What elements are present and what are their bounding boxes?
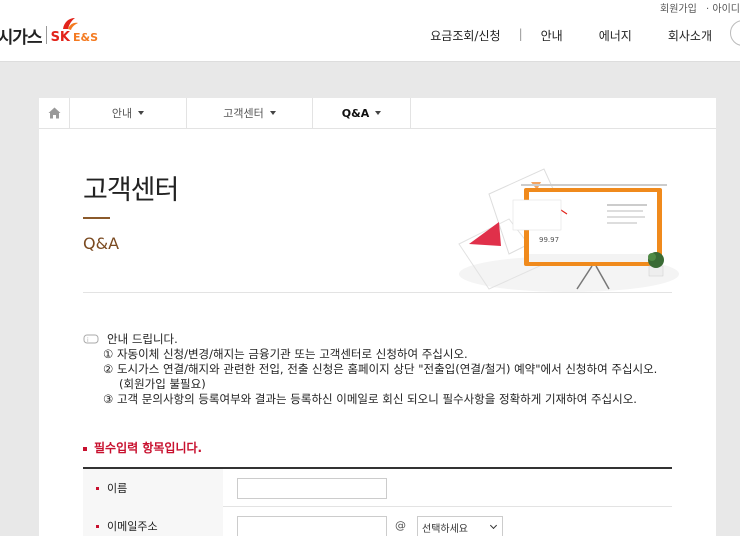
nav-divider: |	[518, 27, 523, 41]
notice-heading: 안내 드립니다.	[107, 332, 178, 346]
nav-guide[interactable]: 안내	[541, 27, 563, 44]
sk-logo: SK E&S	[50, 17, 99, 45]
email-label: 이메일주소	[83, 507, 223, 536]
sk-text: SK	[50, 29, 70, 45]
required-bullet	[96, 524, 99, 528]
required-note-text: 필수입력 항목입니다.	[94, 441, 203, 455]
form-row-name: 이름	[83, 469, 672, 507]
caret-down-icon	[269, 111, 276, 115]
svg-text:99.97: 99.97	[539, 236, 559, 244]
notice-line: ② 도시가스 연결/해지와 관련한 전입, 전출 신청은 홈페이지 상단 "전출…	[103, 362, 658, 376]
breadcrumb-customer-center[interactable]: 고객센터	[187, 98, 313, 128]
breadcrumb: 안내 고객센터 Q&A	[39, 98, 716, 129]
nav-company[interactable]: 회사소개	[668, 27, 712, 44]
nav-billing[interactable]: 요금조회/신청	[430, 27, 500, 44]
breadcrumb-label: Q&A	[341, 106, 370, 120]
required-note: 필수입력 항목입니다.	[83, 439, 202, 456]
presentation-board-illustration: 99.97	[458, 168, 679, 292]
name-input[interactable]	[237, 478, 387, 499]
notice-icon: i	[83, 334, 99, 344]
content-box: 안내 고객센터 Q&A 고객센터 Q&A 99.97 i 안내 드립니다. ① …	[39, 98, 716, 536]
notice-line: ③ 고객 문의사항의 등록여부와 결과는 등록하신 이메일로 회신 되오니 필수…	[103, 392, 637, 406]
email-domain-select[interactable]: 선택하세요	[417, 516, 503, 536]
breadcrumb-label: 고객센터	[223, 107, 264, 120]
form-row-email: 이메일주소 @ 선택하세요	[83, 507, 672, 536]
caret-down-icon	[375, 111, 382, 115]
home-icon	[48, 107, 60, 119]
es-text: E&S	[73, 30, 99, 44]
title-underline	[83, 217, 110, 219]
brand-name: 도시가스	[0, 27, 43, 48]
name-label-text: 이름	[107, 482, 128, 495]
breadcrumb-guide[interactable]: 안내	[70, 98, 187, 128]
search-button[interactable]	[730, 20, 740, 46]
breadcrumb-label: 안내	[111, 107, 133, 120]
section-divider	[83, 292, 672, 293]
name-label: 이름	[83, 469, 223, 507]
utility-links: 회원가입 · 아이디	[654, 0, 740, 15]
email-label-text: 이메일주소	[107, 520, 158, 533]
site-logo[interactable]: 도시가스 SKE&S	[0, 17, 99, 48]
inquiry-form: 이름 이메일주소 @ 선택하세요	[83, 467, 672, 536]
at-sign: @	[395, 519, 406, 532]
logo-divider	[45, 26, 47, 44]
main-nav: 요금조회/신청 | 안내 에너지 회사소개	[430, 27, 712, 44]
nav-energy[interactable]: 에너지	[599, 27, 632, 44]
chevron-down-icon	[489, 521, 498, 530]
required-bullet	[96, 486, 99, 490]
breadcrumb-qna[interactable]: Q&A	[313, 98, 411, 128]
page-subtitle: Q&A	[83, 234, 120, 253]
sk-butterfly-icon	[62, 17, 78, 30]
notice-line: ① 자동이체 신청/변경/해지는 금융기관 또는 고객센터로 신청하여 주십시오…	[103, 347, 468, 361]
email-id-input[interactable]	[237, 516, 387, 536]
signup-link[interactable]: 회원가입	[660, 4, 697, 15]
id-link[interactable]: · 아이디	[706, 4, 740, 15]
notice-line: (회원가입 불필요)	[119, 377, 206, 391]
notice-block: i 안내 드립니다. ① 자동이체 신청/변경/해지는 금융기관 또는 고객센터…	[83, 332, 657, 407]
email-domain-value: 선택하세요	[422, 524, 468, 535]
breadcrumb-home[interactable]	[39, 98, 70, 128]
caret-down-icon	[138, 111, 145, 115]
site-header: 회원가입 · 아이디 도시가스 SKE&S 요금조회/신청 | 안내 에너지 회…	[0, 0, 740, 62]
required-bullet	[83, 446, 87, 451]
page-title: 고객센터	[83, 175, 179, 206]
